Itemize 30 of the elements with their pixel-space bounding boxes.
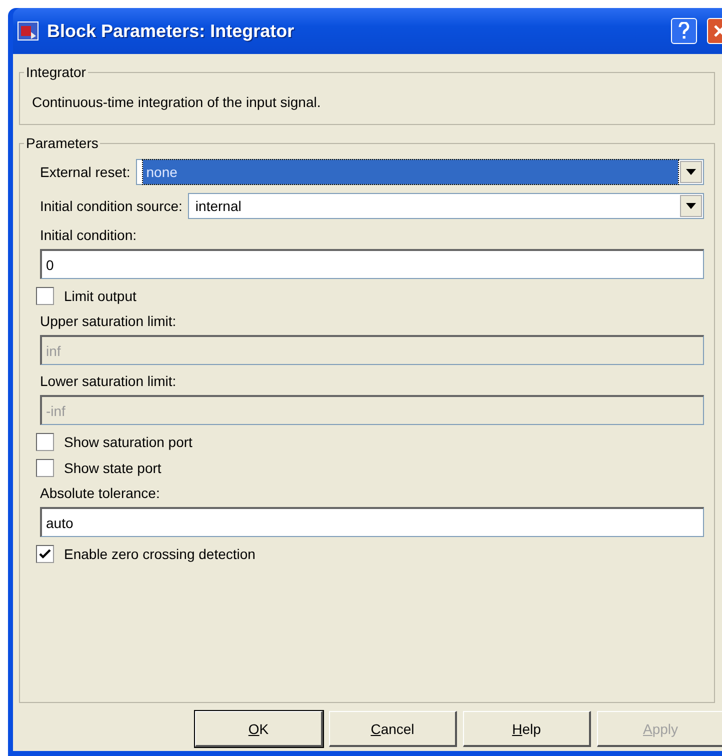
field-label: Lower saturation limit:	[40, 373, 178, 389]
text-field[interactable]: 0	[40, 249, 704, 279]
field-label: External reset:	[40, 164, 130, 180]
checkbox-label: Limit output	[64, 288, 136, 304]
app-icon	[17, 20, 39, 42]
checkbox[interactable]	[36, 433, 54, 451]
description-text: Continuous-time integration of the input signal.	[31, 93, 322, 112]
text-field[interactable]: auto	[40, 507, 704, 537]
checkbox[interactable]	[36, 287, 54, 305]
checkbox-label: Show state port	[64, 460, 162, 476]
group-title: Parameters	[25, 135, 100, 151]
dialog-button[interactable]: OK	[195, 711, 323, 747]
group-title: Integrator	[25, 64, 87, 80]
checkbox-label: Enable zero crossing detection	[64, 546, 256, 562]
help-button[interactable]	[671, 18, 697, 44]
checkbox[interactable]	[36, 545, 54, 563]
dropdown-arrow-icon	[686, 203, 696, 209]
field-label: Initial condition:	[40, 227, 138, 243]
field-label: Absolute tolerance:	[40, 485, 161, 501]
dialog-button[interactable]: Help	[463, 711, 591, 747]
dropdown[interactable]: none	[136, 159, 704, 185]
dialog-button[interactable]: Cancel	[329, 711, 457, 747]
checkbox-label: Show saturation port	[64, 434, 192, 450]
question-mark-icon	[678, 22, 690, 40]
dropdown-arrow-icon	[686, 169, 696, 175]
checkbox[interactable]	[36, 459, 54, 477]
window-title: Block Parameters: Integrator	[47, 20, 296, 42]
field-label: Initial condition source:	[40, 198, 182, 214]
dropdown[interactable]: internal	[188, 193, 704, 219]
field-label: Upper saturation limit:	[40, 313, 178, 329]
